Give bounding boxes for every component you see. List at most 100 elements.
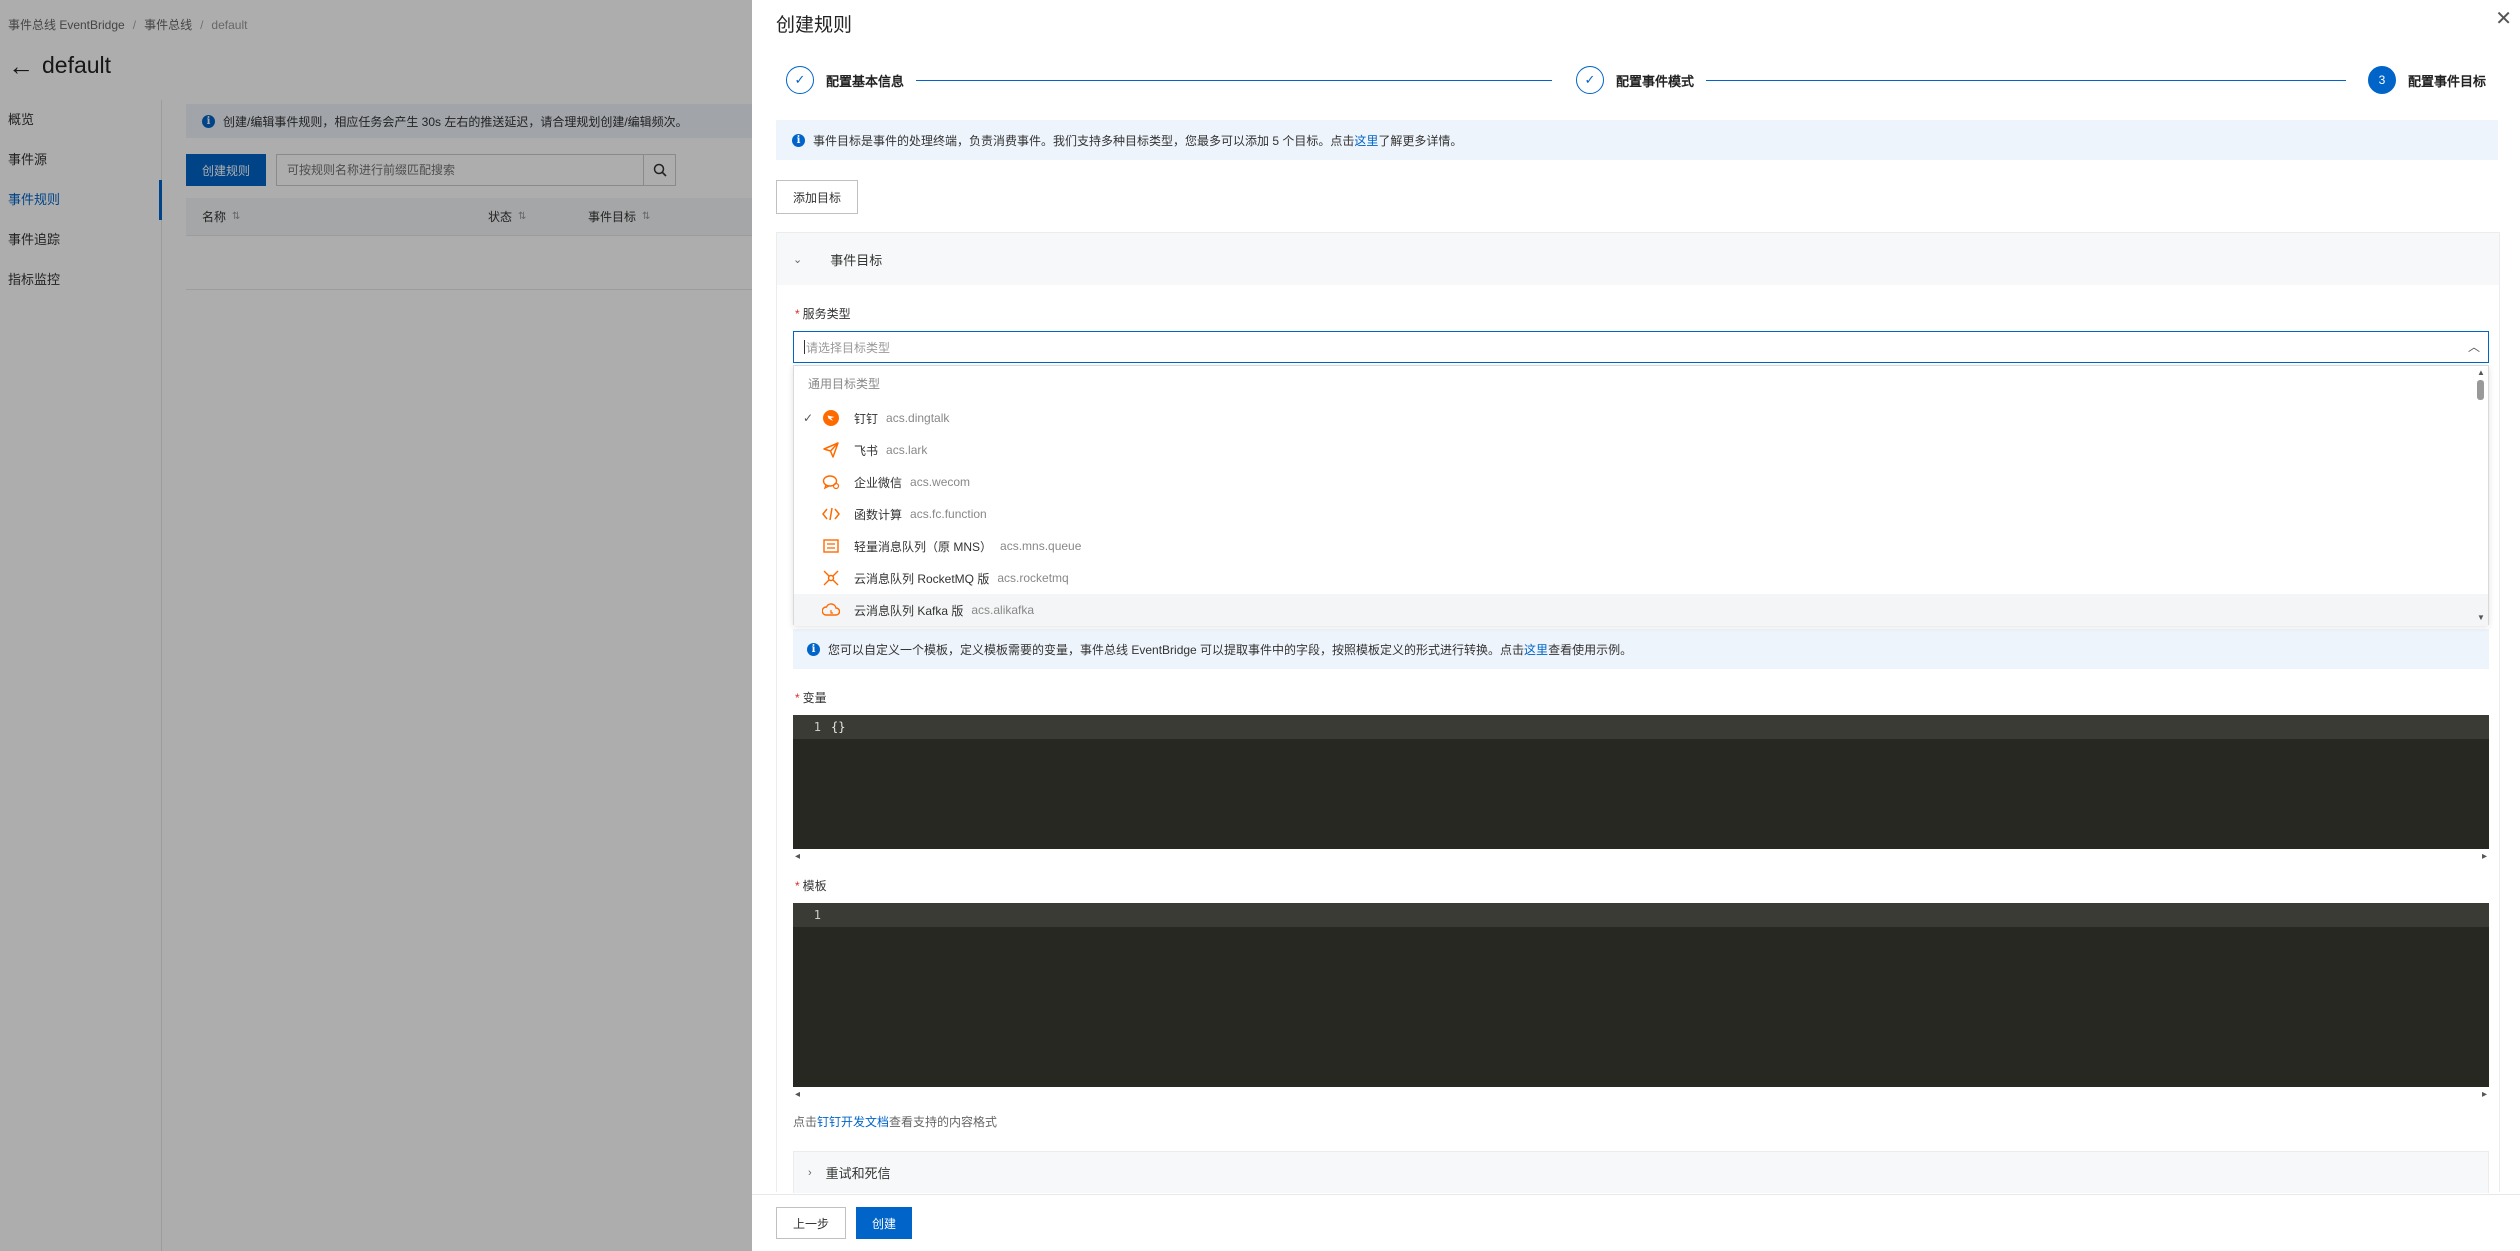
template-editor[interactable]: 1 <box>793 903 2489 1087</box>
template-label: * 模板 <box>795 879 827 893</box>
scrollbar-thumb[interactable] <box>2477 380 2484 400</box>
service-type-label-text: 服务类型 <box>802 307 851 321</box>
option-dingtalk[interactable]: ✓ 钉钉 acs.dingtalk <box>794 402 2488 434</box>
scroll-right-icon[interactable]: ▸ <box>2482 851 2487 865</box>
retry-deadletter-title: 重试和死信 <box>825 1166 891 1181</box>
variables-editor-hscroll[interactable]: ◂ ▸ <box>793 851 2489 865</box>
option-code: acs.rocketmq <box>997 571 1069 585</box>
info-icon: i <box>792 133 805 147</box>
scroll-left-icon[interactable]: ◂ <box>795 1089 800 1103</box>
editor-line: 1 {} <box>793 715 2489 739</box>
steps: ✓ 配置基本信息 ✓ 配置事件模式 3 配置事件目标 <box>786 66 2506 96</box>
target-notice: i 事件目标是事件的处理终端，负责消费事件。我们支持多种目标类型，您最多可以添加… <box>776 120 2498 160</box>
option-name: 轻量消息队列（原 MNS） <box>854 539 993 554</box>
option-wecom[interactable]: 企业微信 acs.wecom <box>794 466 2488 498</box>
info-icon: i <box>807 642 820 656</box>
step-number: 3 <box>2368 66 2396 94</box>
lark-icon <box>822 441 840 459</box>
close-icon[interactable]: ✕ <box>2495 6 2512 31</box>
text-cursor <box>804 340 805 354</box>
service-type-placeholder: 请选择目标类型 <box>806 340 891 355</box>
option-lark[interactable]: 飞书 acs.lark <box>794 434 2488 466</box>
event-target-panel: ⌄ 事件目标 * 服务类型 请选择目标类型 ︿ 通用目标类型 ✓ 钉钉 acs.d… <box>776 232 2500 1193</box>
editor-line: 1 <box>793 903 2489 927</box>
option-code: acs.dingtalk <box>886 411 950 425</box>
step-connector <box>1706 80 2346 81</box>
retry-deadletter-section[interactable]: › 重试和死信 <box>793 1151 2489 1193</box>
chevron-right-icon[interactable]: › <box>808 1167 812 1179</box>
option-name: 飞书 <box>854 443 879 458</box>
option-kafka[interactable]: 云消息队列 Kafka 版 acs.alikafka <box>794 594 2488 626</box>
dingtalk-doc-link[interactable]: 钉钉开发文档 <box>817 1115 889 1129</box>
doc-hint: 点击钉钉开发文档查看支持的内容格式 <box>793 1113 997 1130</box>
line-number: 1 <box>813 720 821 734</box>
step-label: 配置事件目标 <box>2408 73 2487 89</box>
template-label-text: 模板 <box>802 879 827 893</box>
service-type-select[interactable]: 请选择目标类型 ︿ <box>793 331 2489 363</box>
editor-code: {} <box>831 720 846 734</box>
step-event-pattern: ✓ 配置事件模式 <box>1576 66 1694 94</box>
variables-editor[interactable]: 1 {} <box>793 715 2489 849</box>
variables-label-text: 变量 <box>802 691 827 705</box>
option-code: acs.wecom <box>910 475 971 489</box>
notice-link[interactable]: 这里 <box>1524 643 1548 657</box>
notice-text: 了解更多详情。 <box>1378 133 1463 148</box>
scroll-down-icon[interactable]: ▼ <box>2476 613 2486 622</box>
doc-hint-text: 查看支持的内容格式 <box>889 1115 998 1129</box>
template-editor-hscroll[interactable]: ◂ ▸ <box>793 1089 2489 1103</box>
dropdown-scrollbar[interactable]: ▲ ▼ <box>2476 366 2486 624</box>
option-name: 云消息队列 Kafka 版 <box>854 603 964 618</box>
wecom-icon <box>822 473 840 491</box>
drawer-title: 创建规则 <box>776 15 853 36</box>
scroll-right-icon[interactable]: ▸ <box>2482 1089 2487 1103</box>
option-function-compute[interactable]: 函数计算 acs.fc.function <box>794 498 2488 530</box>
modal-overlay[interactable] <box>0 0 752 1251</box>
option-name: 企业微信 <box>854 475 903 490</box>
variables-label: * 变量 <box>795 691 827 705</box>
create-button[interactable]: 创建 <box>856 1207 913 1239</box>
line-number: 1 <box>813 908 821 922</box>
template-notice: i 您可以自定义一个模板，定义模板需要的变量，事件总线 EventBridge … <box>793 629 2489 669</box>
kafka-icon <box>822 601 840 619</box>
step-basic-info: ✓ 配置基本信息 <box>786 66 904 94</box>
background-page: 事件总线 EventBridge / 事件总线 / default ← defa… <box>0 0 752 1251</box>
dropdown-group-label: 通用目标类型 <box>808 377 881 391</box>
scroll-left-icon[interactable]: ◂ <box>795 851 800 865</box>
function-icon <box>822 505 840 523</box>
step-connector <box>916 80 1552 81</box>
notice-link[interactable]: 这里 <box>1354 134 1378 148</box>
step-event-target: 3 配置事件目标 <box>2368 66 2486 94</box>
option-mns-queue[interactable]: 轻量消息队列（原 MNS） acs.mns.queue <box>794 530 2488 562</box>
step-label: 配置基本信息 <box>826 73 905 89</box>
option-rocketmq[interactable]: 云消息队列 RocketMQ 版 acs.rocketmq <box>794 562 2488 594</box>
option-name: 函数计算 <box>854 507 903 522</box>
option-code: acs.mns.queue <box>1000 539 1082 553</box>
service-type-label: * 服务类型 <box>795 307 851 321</box>
prev-step-button[interactable]: 上一步 <box>776 1207 847 1239</box>
target-notice-text: 事件目标是事件的处理终端，负责消费事件。我们支持多种目标类型，您最多可以添加 5… <box>813 132 1462 149</box>
add-target-button[interactable]: 添加目标 <box>776 180 858 214</box>
doc-hint-text: 点击 <box>793 1115 818 1129</box>
rocketmq-icon <box>822 569 840 587</box>
dingtalk-icon <box>822 409 840 427</box>
event-target-panel-header[interactable]: ⌄ 事件目标 <box>777 233 2499 285</box>
check-icon: ✓ <box>802 411 814 425</box>
create-rule-drawer: 创建规则 ✕ ✓ 配置基本信息 ✓ 配置事件模式 3 配置事件目标 i 事件目标… <box>752 0 2520 1251</box>
mns-queue-icon <box>822 537 840 555</box>
option-name: 云消息队列 RocketMQ 版 <box>854 571 990 586</box>
option-code: acs.fc.function <box>910 507 987 521</box>
service-type-dropdown: 通用目标类型 ✓ 钉钉 acs.dingtalk 飞书 acs.lark 企业微… <box>793 365 2489 626</box>
template-notice-text: 您可以自定义一个模板，定义模板需要的变量，事件总线 EventBridge 可以… <box>828 641 1632 658</box>
notice-text: 查看使用示例。 <box>1548 642 1633 657</box>
notice-text: 事件目标是事件的处理终端，负责消费事件。我们支持多种目标类型，您最多可以添加 5… <box>813 133 1355 148</box>
drawer-footer: 上一步 创建 <box>752 1194 2520 1251</box>
scroll-up-icon[interactable]: ▲ <box>2476 368 2486 377</box>
step-label: 配置事件模式 <box>1616 73 1695 89</box>
chevron-up-icon[interactable]: ︿ <box>2468 338 2480 355</box>
option-code: acs.alikafka <box>971 603 1035 617</box>
option-name: 钉钉 <box>854 411 879 426</box>
panel-title: 事件目标 <box>830 252 883 268</box>
option-code: acs.lark <box>886 443 928 457</box>
step-check-icon: ✓ <box>786 66 814 94</box>
chevron-down-icon[interactable]: ⌄ <box>793 253 802 266</box>
